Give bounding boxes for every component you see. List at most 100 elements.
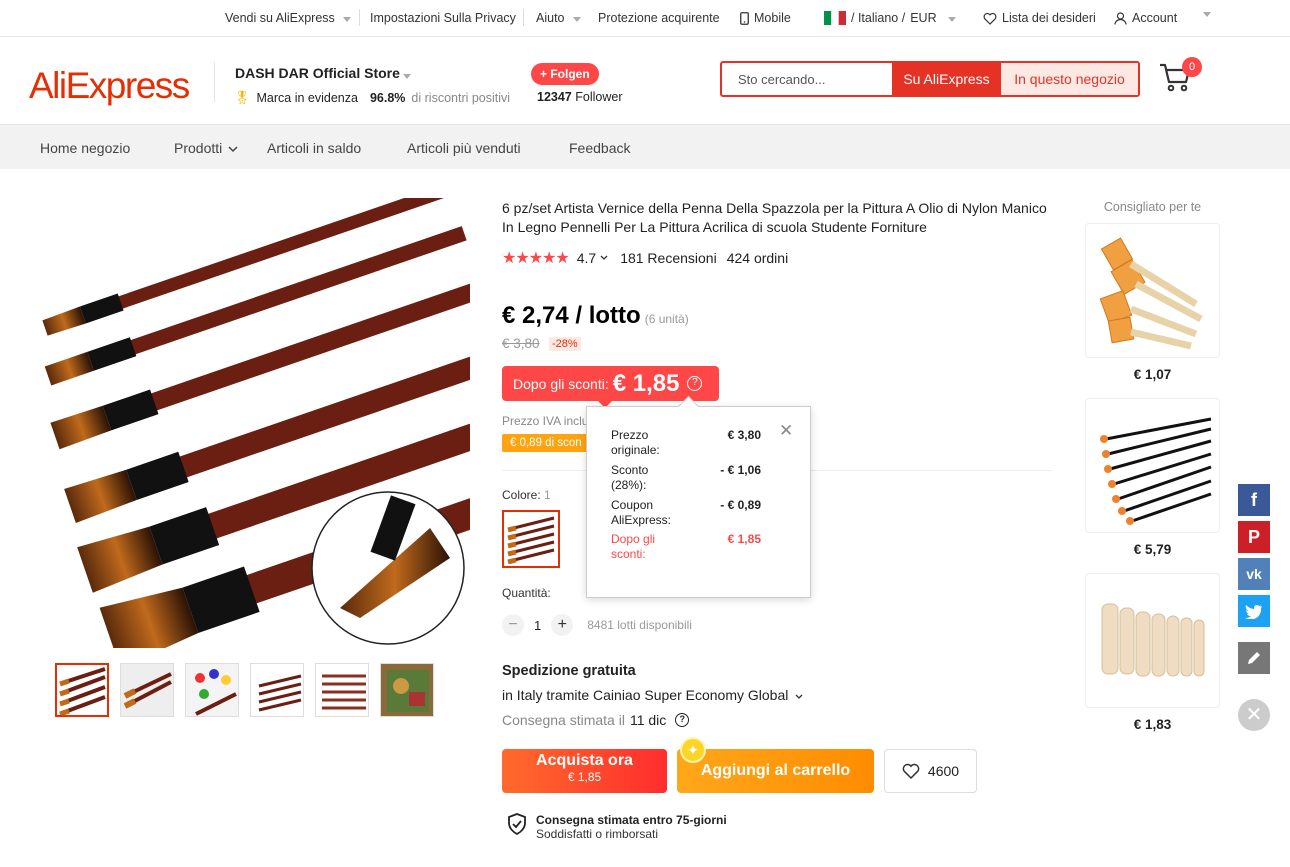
breakdown-row: Prezzo originale: € 3,80 — [611, 428, 761, 458]
wishlist-link[interactable]: Lista dei desideri — [983, 11, 1096, 25]
account-dropdown[interactable] — [1200, 11, 1211, 17]
thumbnail-3[interactable] — [185, 663, 239, 717]
search-store-button[interactable]: In questo negozio — [1001, 63, 1138, 95]
swatch-picture — [507, 516, 555, 565]
breakdown-row: Sconto (28%): - € 1,06 — [611, 463, 761, 493]
recommended-price-1: € 1,07 — [1133, 367, 1172, 382]
language-currency-selector[interactable]: / Italiano / EUR — [824, 11, 956, 25]
close-panel-button[interactable]: ✕ — [1238, 699, 1270, 731]
eta-label: Consegna stimata il — [502, 712, 625, 728]
product-main-image[interactable] — [40, 198, 470, 648]
chevron-down-icon — [947, 16, 956, 22]
featured-brand-label: Marca in evidenza — [256, 91, 358, 105]
price-breakdown-popup: ✕ Prezzo originale: € 3,80 Sconto (28%): -… — [586, 406, 811, 598]
buyer-protection-link[interactable]: Protezione acquirente — [598, 11, 720, 25]
store-name[interactable]: DASH DAR Official Store — [235, 65, 411, 81]
heart-icon — [902, 763, 920, 779]
nav-products[interactable]: Prodotti — [174, 140, 238, 156]
coupon-badge[interactable]: € 0,89 di scon — [502, 434, 590, 452]
thumbnail-1[interactable] — [55, 663, 109, 717]
followers: 12347 Follower — [537, 90, 623, 104]
vat-note: Prezzo IVA inclu — [502, 414, 589, 428]
sell-link[interactable]: Vendi su AliExpress — [225, 11, 351, 25]
thumbnail-6[interactable] — [380, 663, 434, 717]
account-label: Account — [1132, 11, 1178, 25]
phone-icon — [740, 11, 749, 25]
chevron-down-icon — [228, 146, 238, 153]
buyer-guarantee: Consegna stimata entro 75-giorni Soddisfa… — [507, 813, 727, 841]
breakdown-value: € 1,85 — [727, 532, 761, 546]
add-to-cart-button[interactable]: Aggiungi al carrello — [677, 749, 874, 793]
privacy-label: Impostazioni Sulla Privacy — [370, 11, 516, 25]
after-discount-box[interactable]: Dopo gli sconti: € 1,85 ? — [502, 366, 719, 408]
quantity-stepper: − 1 + 8481 lotti disponibili — [502, 614, 692, 636]
nav-feedback[interactable]: Feedback — [569, 140, 630, 156]
nav-bestsellers[interactable]: Articoli più venduti — [407, 140, 521, 156]
facebook-share-button[interactable]: f — [1238, 484, 1270, 516]
recommended-item-3[interactable] — [1085, 573, 1220, 708]
thumbnail-2[interactable] — [120, 663, 174, 717]
breakdown-value: - € 0,89 — [720, 498, 761, 512]
nav-home[interactable]: Home negozio — [40, 140, 130, 156]
thumbnail-5[interactable] — [315, 663, 369, 717]
divider — [214, 62, 215, 102]
recommended-item-1[interactable] — [1085, 223, 1220, 358]
store-header: AliExpress DASH DAR Official Store 🎖 Mar… — [0, 37, 1290, 125]
thumbnail-picture — [59, 667, 106, 715]
divider — [523, 9, 524, 26]
shipping-method[interactable]: in Italy tramite Cainiao Super Economy G… — [502, 687, 803, 703]
help-icon[interactable]: ? — [675, 713, 690, 727]
mobile-link[interactable]: Mobile — [740, 11, 791, 25]
account-link[interactable]: Account — [1114, 11, 1177, 25]
nav-products-label: Prodotti — [174, 140, 223, 156]
breakdown-key: Prezzo originale: — [611, 428, 660, 457]
sparkle-icon: ✦ — [680, 737, 706, 763]
stock-label: 8481 lotti disponibili — [587, 618, 692, 632]
original-price: € 3,80 — [502, 336, 540, 351]
heart-icon — [983, 12, 997, 25]
breakdown-row: Coupon AliExpress: - € 0,89 — [611, 498, 761, 528]
feedback-percent: 96.8% — [369, 91, 406, 105]
shield-check-icon — [508, 813, 526, 835]
facebook-icon: f — [1251, 489, 1257, 510]
wooden-brushes-picture — [1101, 603, 1205, 677]
edit-button[interactable] — [1238, 642, 1270, 674]
currency-label: EUR — [910, 11, 937, 25]
user-icon — [1114, 11, 1127, 25]
pinterest-share-button[interactable]: P — [1238, 521, 1270, 553]
rating-value[interactable]: 4.7 — [577, 250, 596, 266]
increase-button[interactable]: + — [551, 614, 574, 636]
divider — [359, 9, 360, 26]
eta-value: 11 dic — [629, 712, 667, 728]
nav-sale[interactable]: Articoli in saldo — [267, 140, 361, 156]
chevron-down-icon — [402, 74, 411, 79]
followers-count: 12347 — [537, 90, 572, 104]
help-link[interactable]: Aiuto — [536, 11, 581, 25]
follow-button[interactable]: + Folgen — [531, 63, 599, 85]
privacy-link[interactable]: Impostazioni Sulla Privacy — [370, 11, 516, 25]
quantity-value[interactable]: 1 — [534, 618, 541, 633]
reviews-count[interactable]: 181 Recensioni — [620, 250, 717, 266]
vk-share-button[interactable]: vk — [1238, 558, 1270, 590]
thumbnail-picture — [316, 664, 368, 716]
rating-row: ★★★★★ 4.7 181 Recensioni 424 ordini — [502, 248, 788, 268]
color-value: 1 — [544, 488, 551, 502]
aliexpress-logo[interactable]: AliExpress — [29, 65, 190, 107]
wishlist-count: 4600 — [927, 763, 960, 779]
wishlist-button[interactable]: 4600 — [884, 749, 977, 793]
buy-now-button[interactable]: Acquista ora € 1,85 — [502, 749, 667, 793]
decrease-button[interactable]: − — [502, 614, 524, 636]
thumbnail-4[interactable] — [250, 663, 304, 717]
search-aliexpress-button[interactable]: Su AliExpress — [892, 63, 1001, 95]
recommended-item-2[interactable] — [1085, 398, 1220, 533]
color-swatch[interactable] — [502, 510, 560, 568]
close-icon[interactable]: ✕ — [779, 421, 793, 441]
buy-now-label: Acquista ora — [536, 752, 633, 769]
twitter-icon — [1245, 604, 1262, 619]
followers-label: Follower — [575, 90, 623, 104]
help-icon[interactable]: ? — [687, 376, 703, 391]
breakdown-key: Dopo gli sconti: — [611, 532, 656, 561]
protection-label: Protezione acquirente — [598, 11, 720, 25]
search-input[interactable]: Sto cercando... — [722, 63, 892, 95]
twitter-share-button[interactable] — [1238, 595, 1270, 627]
